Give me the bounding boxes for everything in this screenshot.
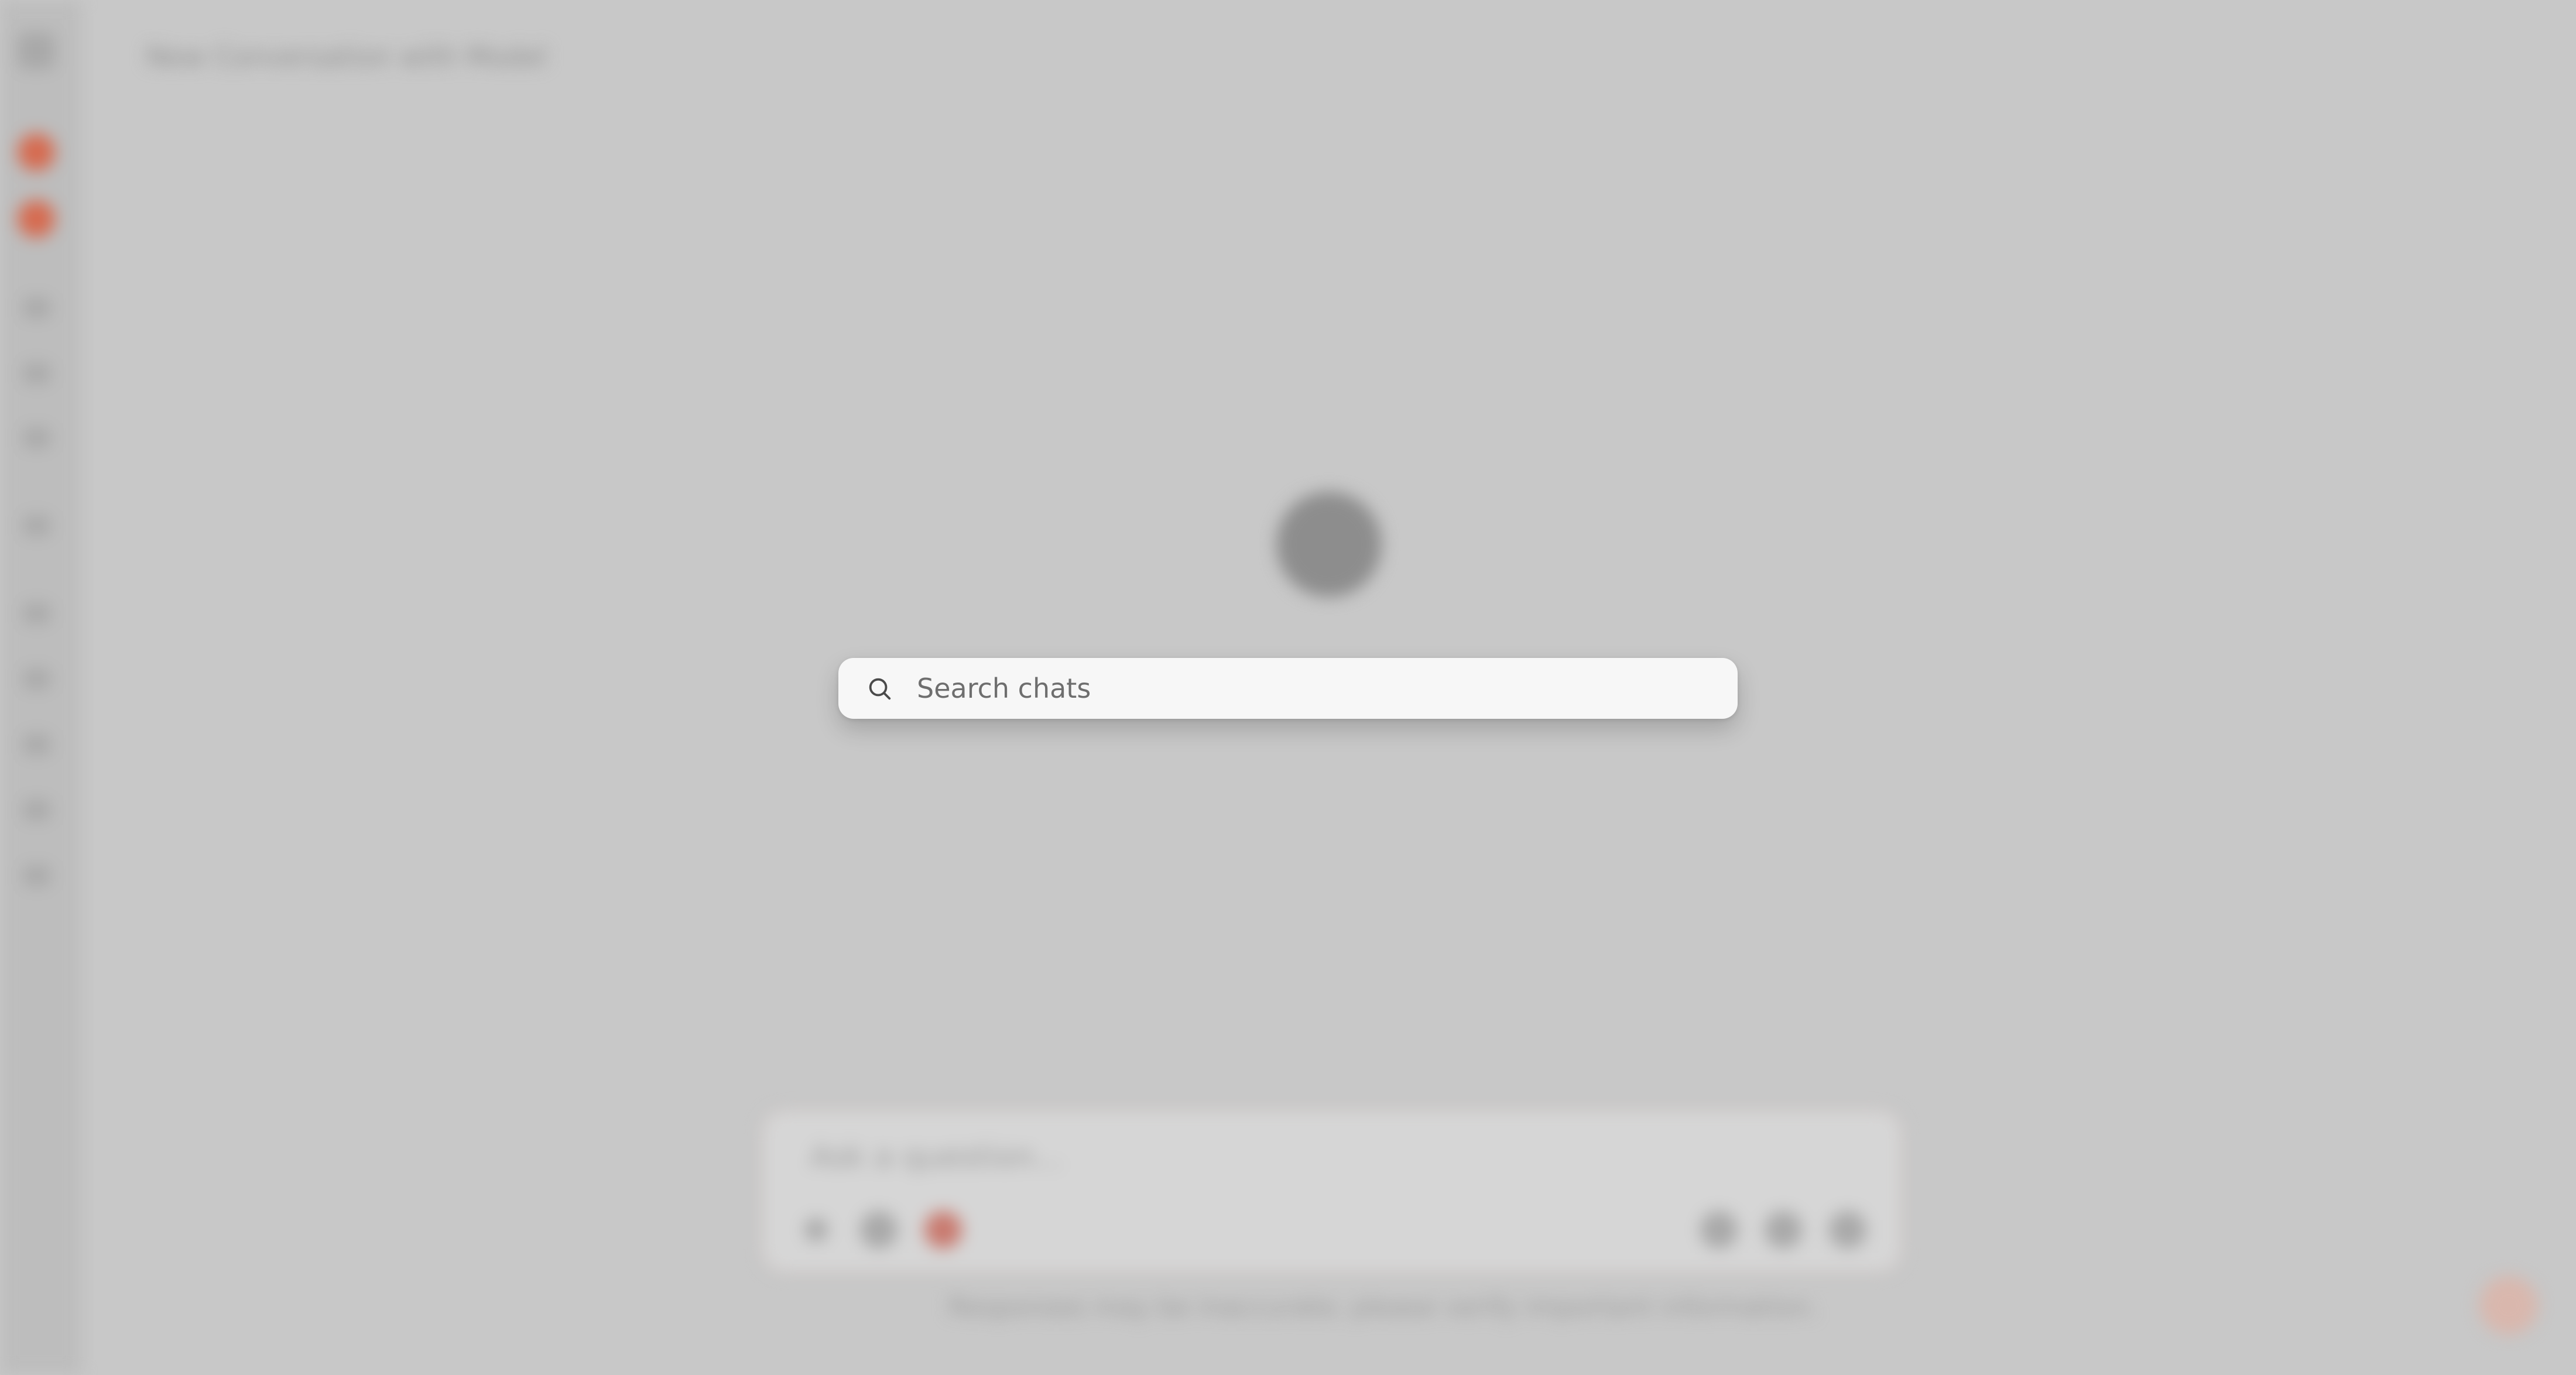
composer-placeholder: Ask a question...: [810, 1140, 1063, 1175]
add-icon[interactable]: [804, 1218, 828, 1242]
attach-button[interactable]: [860, 1211, 898, 1249]
sidebar-item-icon[interactable]: [23, 603, 50, 624]
message-composer[interactable]: Ask a question...: [761, 1109, 1903, 1273]
footer-disclaimer: Responses may be inaccurate; please veri…: [948, 1292, 1818, 1322]
chat-title[interactable]: New Conversation with Model: [146, 41, 547, 73]
app-window: New Conversation with Model Ask a questi…: [0, 0, 2576, 1375]
sidebar-item-icon[interactable]: [23, 427, 50, 448]
search-input[interactable]: [916, 664, 1738, 712]
sidebar-item-icon[interactable]: [23, 363, 50, 384]
sidebar: [0, 0, 82, 1375]
sidebar-menu-icon[interactable]: [18, 32, 55, 70]
mic-button[interactable]: [1765, 1211, 1802, 1249]
search-modal: [838, 658, 1738, 719]
sidebar-item-icon[interactable]: [23, 668, 50, 690]
sidebar-item-icon[interactable]: [23, 800, 50, 821]
search-icon: [862, 671, 897, 706]
help-button[interactable]: [2479, 1276, 2538, 1335]
sidebar-item-icon[interactable]: [23, 515, 50, 536]
tool-button[interactable]: [924, 1211, 962, 1249]
sidebar-item-icon[interactable]: [23, 865, 50, 886]
sidebar-item-icon[interactable]: [23, 734, 50, 755]
sidebar-accent-button[interactable]: [18, 200, 55, 238]
model-select-button[interactable]: [1700, 1211, 1738, 1249]
assistant-logo-icon: [1276, 492, 1382, 597]
send-button[interactable]: [1829, 1211, 1866, 1249]
sidebar-new-chat-button[interactable]: [18, 133, 55, 171]
sidebar-item-icon[interactable]: [23, 297, 50, 318]
